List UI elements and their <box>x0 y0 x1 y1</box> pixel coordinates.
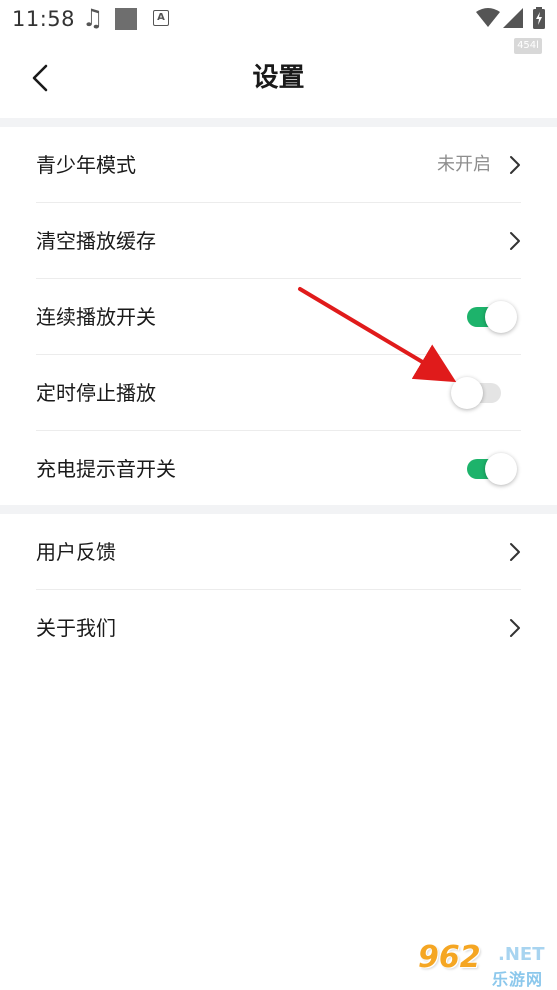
settings-row-clear-cache[interactable]: 清空播放缓存 <box>36 203 521 279</box>
charge-sound-toggle[interactable] <box>467 453 517 485</box>
notification-square-icon <box>115 8 137 30</box>
timed-stop-toggle[interactable] <box>451 377 503 409</box>
battery-charging-icon <box>533 7 545 29</box>
row-label: 青少年模式 <box>36 153 136 177</box>
row-label: 用户反馈 <box>36 540 116 564</box>
chevron-right-icon <box>510 543 520 561</box>
signal-icon <box>503 8 523 28</box>
settings-section-2: 用户反馈 关于我们 <box>0 514 557 666</box>
a-notification-icon: A <box>153 10 169 26</box>
page-header: 设置 <box>0 38 557 118</box>
settings-row-continuous-play: 连续播放开关 <box>36 279 521 355</box>
wifi-icon <box>476 8 500 27</box>
section-divider <box>0 118 557 127</box>
settings-section-1: 青少年模式 未开启 清空播放缓存 连续播放开关 定时停止播放 充电提示音开关 <box>0 127 557 507</box>
toggle-knob <box>451 377 483 409</box>
settings-row-feedback[interactable]: 用户反馈 <box>36 514 521 590</box>
music-note-icon: ♫ <box>82 4 104 32</box>
row-label: 连续播放开关 <box>36 305 156 329</box>
chevron-left-icon[interactable] <box>22 58 62 98</box>
chevron-right-icon <box>510 619 520 637</box>
status-time: 11:58 <box>12 7 76 31</box>
chevron-right-icon <box>510 232 520 250</box>
chevron-right-icon <box>510 156 520 174</box>
status-bar: 11:58 ♫ A 454l <box>0 0 557 54</box>
page-title: 设置 <box>252 63 305 93</box>
row-label: 定时停止播放 <box>36 381 156 405</box>
section-divider <box>0 505 557 514</box>
settings-row-timed-stop: 定时停止播放 <box>36 355 521 431</box>
watermark-net: .NET <box>498 944 545 965</box>
watermark-cn: 乐游网 <box>492 970 544 989</box>
toggle-knob <box>485 453 517 485</box>
watermark-number: 962 <box>418 940 481 975</box>
settings-row-about-us[interactable]: 关于我们 <box>36 590 521 666</box>
toggle-knob <box>485 301 517 333</box>
row-label: 充电提示音开关 <box>36 457 176 481</box>
row-value: 未开启 <box>437 154 491 175</box>
settings-row-teen-mode[interactable]: 青少年模式 未开启 <box>36 127 521 203</box>
row-label: 关于我们 <box>36 616 116 640</box>
settings-row-charge-sound: 充电提示音开关 <box>36 431 521 507</box>
site-watermark-logo: 962 .NET 乐游网 <box>418 940 554 989</box>
continuous-play-toggle[interactable] <box>467 301 517 333</box>
row-label: 清空播放缓存 <box>36 229 156 253</box>
